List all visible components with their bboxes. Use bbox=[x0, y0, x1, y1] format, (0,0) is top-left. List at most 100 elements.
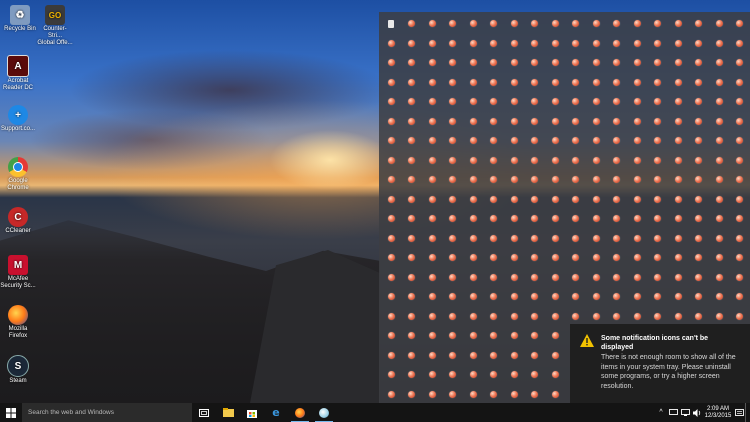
tray-icon-slot[interactable] bbox=[668, 229, 689, 249]
tray-icon-slot[interactable] bbox=[730, 209, 750, 229]
tray-icon-slot[interactable] bbox=[381, 151, 402, 171]
tray-notification[interactable]: Some notification icons can't be display… bbox=[570, 324, 750, 403]
tray-icon-slot[interactable] bbox=[443, 73, 464, 93]
tray-icon-slot[interactable] bbox=[443, 34, 464, 54]
tray-icon-slot[interactable] bbox=[422, 170, 443, 190]
tray-icon-slot[interactable] bbox=[668, 248, 689, 268]
tray-icon-slot[interactable] bbox=[443, 385, 464, 405]
tray-icon-slot[interactable] bbox=[648, 268, 669, 288]
tray-icon-slot[interactable] bbox=[463, 34, 484, 54]
tray-icon-slot[interactable] bbox=[648, 14, 669, 34]
tray-icon-slot[interactable] bbox=[545, 287, 566, 307]
tray-icon-slot[interactable] bbox=[545, 385, 566, 405]
tray-icon-slot[interactable] bbox=[381, 170, 402, 190]
tray-icon-slot[interactable] bbox=[648, 92, 669, 112]
tray-icon-slot[interactable] bbox=[443, 287, 464, 307]
tray-icon-slot[interactable] bbox=[504, 287, 525, 307]
tray-icon-slot[interactable] bbox=[484, 385, 505, 405]
tray-icon-slot[interactable] bbox=[484, 170, 505, 190]
tray-icon-slot[interactable] bbox=[668, 73, 689, 93]
tray-icon-slot[interactable] bbox=[484, 53, 505, 73]
show-desktop-button[interactable] bbox=[745, 403, 750, 422]
tray-icon-slot[interactable] bbox=[504, 73, 525, 93]
tray-icon-slot[interactable] bbox=[525, 248, 546, 268]
tray-icon-slot[interactable] bbox=[689, 34, 710, 54]
tray-icon-slot[interactable] bbox=[607, 53, 628, 73]
tray-icon-slot[interactable] bbox=[545, 248, 566, 268]
tray-icon-slot[interactable] bbox=[381, 14, 402, 34]
tray-icon-slot[interactable] bbox=[586, 229, 607, 249]
tray-icon-slot[interactable] bbox=[402, 112, 423, 132]
edge-button[interactable]: e bbox=[264, 403, 288, 422]
tray-icon-slot[interactable] bbox=[484, 287, 505, 307]
tray-icon-slot[interactable] bbox=[709, 229, 730, 249]
tray-icon-slot[interactable] bbox=[648, 248, 669, 268]
tray-icon-slot[interactable] bbox=[545, 14, 566, 34]
tray-icon-slot[interactable] bbox=[566, 34, 587, 54]
tray-icon-slot[interactable] bbox=[525, 34, 546, 54]
tray-icon-slot[interactable] bbox=[586, 112, 607, 132]
tray-icon-slot[interactable] bbox=[463, 287, 484, 307]
action-center-button[interactable] bbox=[667, 403, 679, 422]
tray-icon-slot[interactable] bbox=[586, 73, 607, 93]
tray-icon-slot[interactable] bbox=[730, 151, 750, 171]
tray-icon-slot[interactable] bbox=[566, 73, 587, 93]
tray-icon-slot[interactable] bbox=[504, 385, 525, 405]
tray-icon-slot[interactable] bbox=[627, 151, 648, 171]
tray-icon-slot[interactable] bbox=[463, 53, 484, 73]
tray-icon-slot[interactable] bbox=[668, 190, 689, 210]
tray-icon-slot[interactable] bbox=[402, 268, 423, 288]
tray-icon-slot[interactable] bbox=[648, 53, 669, 73]
tray-icon-slot[interactable] bbox=[504, 92, 525, 112]
tray-icon-slot[interactable] bbox=[525, 346, 546, 366]
tray-icon-slot[interactable] bbox=[586, 287, 607, 307]
tray-icon-slot[interactable] bbox=[402, 190, 423, 210]
tray-icon-slot[interactable] bbox=[504, 34, 525, 54]
tray-icon-slot[interactable] bbox=[504, 170, 525, 190]
tray-icon-slot[interactable] bbox=[402, 209, 423, 229]
tray-icon-slot[interactable] bbox=[463, 92, 484, 112]
tray-icon-slot[interactable] bbox=[709, 170, 730, 190]
tray-icon-slot[interactable] bbox=[648, 34, 669, 54]
tray-icon-slot[interactable] bbox=[730, 73, 750, 93]
tray-icon-slot[interactable] bbox=[381, 287, 402, 307]
tray-icon-slot[interactable] bbox=[484, 34, 505, 54]
tray-icon-slot[interactable] bbox=[381, 385, 402, 405]
tray-icon-slot[interactable] bbox=[463, 170, 484, 190]
tray-icon-slot[interactable] bbox=[402, 131, 423, 151]
tray-icon-slot[interactable] bbox=[525, 326, 546, 346]
tray-icon-slot[interactable] bbox=[668, 14, 689, 34]
tray-icon-slot[interactable] bbox=[648, 170, 669, 190]
tray-icon-slot[interactable] bbox=[668, 92, 689, 112]
tray-icon-slot[interactable] bbox=[648, 112, 669, 132]
tray-icon-slot[interactable] bbox=[504, 151, 525, 171]
tray-icon-slot[interactable] bbox=[484, 365, 505, 385]
tray-icon-slot[interactable] bbox=[422, 326, 443, 346]
tray-icon-slot[interactable] bbox=[484, 112, 505, 132]
tray-icon-slot[interactable] bbox=[381, 53, 402, 73]
tray-icon-slot[interactable] bbox=[381, 268, 402, 288]
tray-icon-slot[interactable] bbox=[709, 209, 730, 229]
tray-icon-slot[interactable] bbox=[668, 131, 689, 151]
tray-icon-slot[interactable] bbox=[422, 190, 443, 210]
tray-icon-slot[interactable] bbox=[709, 73, 730, 93]
tray-icon-slot[interactable] bbox=[648, 287, 669, 307]
tray-icon-slot[interactable] bbox=[689, 190, 710, 210]
tray-icon-slot[interactable] bbox=[709, 14, 730, 34]
tray-icon-slot[interactable] bbox=[586, 92, 607, 112]
tray-icon-slot[interactable] bbox=[545, 131, 566, 151]
tray-icon-slot[interactable] bbox=[586, 268, 607, 288]
tray-icon-slot[interactable] bbox=[586, 53, 607, 73]
tray-icon-slot[interactable] bbox=[668, 287, 689, 307]
tray-icon-slot[interactable] bbox=[402, 53, 423, 73]
tray-icon-slot[interactable] bbox=[607, 73, 628, 93]
tray-icon-slot[interactable] bbox=[607, 92, 628, 112]
tray-icon-slot[interactable] bbox=[463, 229, 484, 249]
desktop-icon-steam[interactable]: S Steam bbox=[0, 355, 36, 385]
tray-icon-slot[interactable] bbox=[402, 287, 423, 307]
tray-icon-slot[interactable] bbox=[709, 190, 730, 210]
tray-icon-slot[interactable] bbox=[730, 170, 750, 190]
tray-icon-slot[interactable] bbox=[525, 151, 546, 171]
tray-icon-slot[interactable] bbox=[566, 112, 587, 132]
tray-icon-slot[interactable] bbox=[545, 307, 566, 327]
